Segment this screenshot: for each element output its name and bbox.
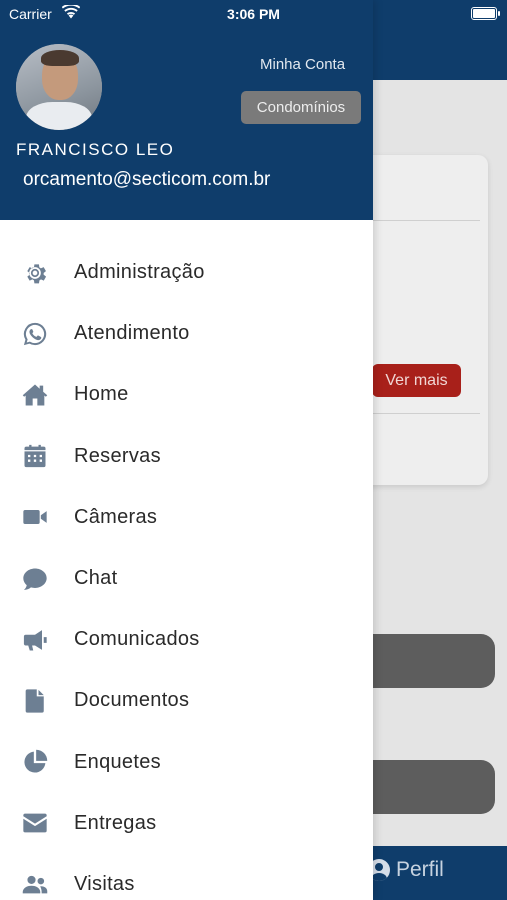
drawer-menu: Administração Atendimento Home Reservas … <box>0 242 373 900</box>
menu-item-label: Documentos <box>74 689 190 712</box>
user-name: FRANCISCO LEO <box>16 140 175 159</box>
calendar-icon <box>21 442 49 470</box>
menu-item-label: Home <box>74 383 129 406</box>
menu-item-home[interactable]: Home <box>0 364 373 425</box>
tab-perfil[interactable]: Perfil <box>368 858 444 882</box>
menu-item-administracao[interactable]: Administração <box>0 242 373 303</box>
menu-item-label: Comunicados <box>74 628 200 651</box>
pie-chart-icon <box>21 748 49 776</box>
user-email: orcamento@secticom.com.br <box>23 169 271 190</box>
menu-item-label: Administração <box>74 261 205 284</box>
envelope-icon <box>21 809 49 837</box>
gear-icon <box>21 259 49 287</box>
drawer-header: Minha Conta Condomínios FRANCISCO LEO or… <box>0 0 373 220</box>
condominios-button[interactable]: Condomínios <box>241 91 361 124</box>
chat-bubble-icon <box>21 565 49 593</box>
menu-item-cameras[interactable]: Câmeras <box>0 487 373 548</box>
menu-item-chat[interactable]: Chat <box>0 548 373 609</box>
home-icon <box>21 381 49 409</box>
menu-item-label: Reservas <box>74 444 161 467</box>
menu-item-label: Visitas <box>74 872 135 895</box>
status-time: 3:06 PM <box>227 6 280 22</box>
battery-icon <box>471 7 500 20</box>
menu-item-label: Atendimento <box>74 322 190 345</box>
minha-conta-link[interactable]: Minha Conta <box>260 56 345 73</box>
ver-mais-button[interactable]: Ver mais <box>372 364 461 397</box>
menu-item-reservas[interactable]: Reservas <box>0 426 373 487</box>
tab-perfil-label: Perfil <box>396 858 444 881</box>
menu-item-documentos[interactable]: Documentos <box>0 670 373 731</box>
menu-item-visitas[interactable]: Visitas <box>0 854 373 900</box>
avatar[interactable] <box>16 44 102 130</box>
people-icon <box>21 870 49 898</box>
document-icon <box>21 687 49 715</box>
menu-item-label: Chat <box>74 567 118 590</box>
menu-item-atendimento[interactable]: Atendimento <box>0 303 373 364</box>
video-camera-icon <box>21 503 49 531</box>
menu-item-enquetes[interactable]: Enquetes <box>0 732 373 793</box>
megaphone-icon <box>21 626 49 654</box>
menu-item-label: Câmeras <box>74 505 158 528</box>
menu-item-comunicados[interactable]: Comunicados <box>0 609 373 670</box>
menu-item-entregas[interactable]: Entregas <box>0 793 373 854</box>
menu-item-label: Entregas <box>74 811 157 834</box>
side-drawer: Minha Conta Condomínios FRANCISCO LEO or… <box>0 0 373 900</box>
menu-item-label: Enquetes <box>74 750 161 773</box>
status-bar: Carrier 3:06 PM <box>0 0 507 26</box>
whatsapp-icon <box>21 320 49 348</box>
